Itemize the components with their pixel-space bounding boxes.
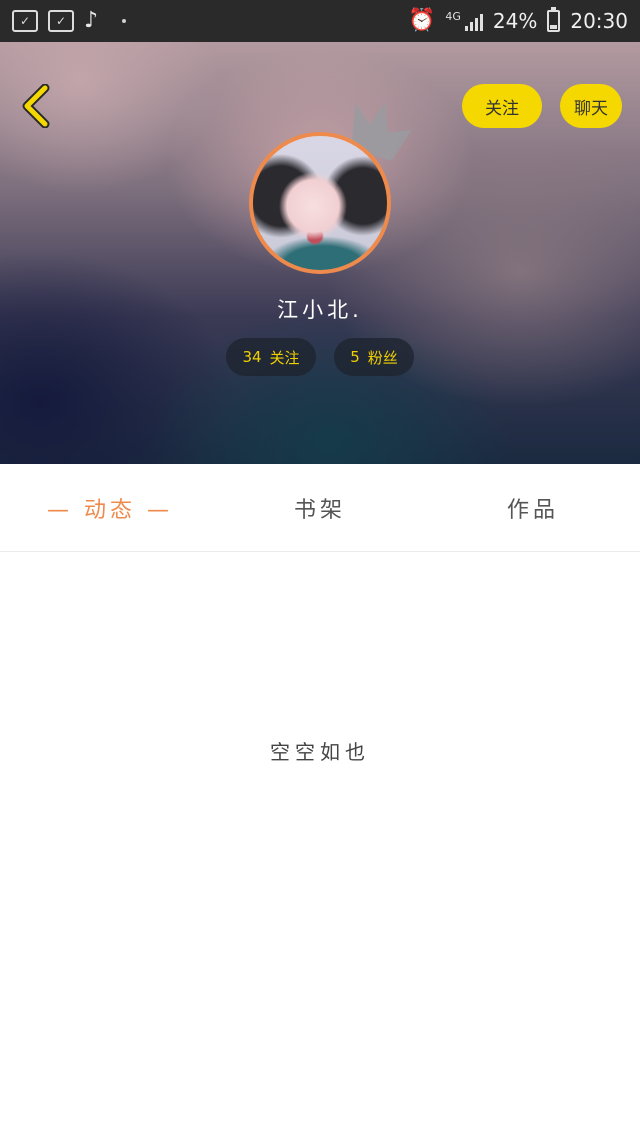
sim-card-icon: ✓: [48, 10, 74, 32]
empty-state-text: 空空如也: [270, 740, 370, 764]
username: 江小北.: [277, 298, 363, 322]
avatar-container: [249, 132, 391, 274]
follow-button[interactable]: 关注: [462, 84, 542, 128]
chevron-left-icon: [22, 84, 50, 128]
profile-tabs: — 动态 — 书架 作品: [0, 464, 640, 552]
following-count: 34: [242, 348, 262, 366]
profile-screen: ✓ ✓ ♪ ⏰ 4G 24% 20:30 关注 聊天 江小北. 34 关注 5 …: [0, 0, 640, 1138]
dot-icon: [122, 19, 127, 23]
fans-count: 5: [350, 348, 360, 366]
status-bar: ✓ ✓ ♪ ⏰ 4G 24% 20:30: [0, 0, 640, 42]
battery-icon: [547, 7, 561, 32]
profile-header: 关注 聊天 江小北. 34 关注 5 粉丝: [0, 42, 640, 464]
tiktok-icon: ♪: [84, 8, 99, 33]
tab-dynamic[interactable]: — 动态 —: [40, 464, 180, 552]
status-left: ✓ ✓ ♪: [12, 8, 127, 33]
avatar[interactable]: [249, 132, 391, 274]
following-stat[interactable]: 34 关注: [226, 338, 316, 376]
tab-works[interactable]: 作品: [463, 464, 603, 552]
tab-bookshelf[interactable]: 书架: [250, 464, 390, 552]
chat-button[interactable]: 聊天: [560, 84, 622, 128]
back-button[interactable]: [16, 82, 56, 130]
sim-card-icon: ✓: [12, 10, 38, 32]
clock: 20:30: [570, 9, 628, 33]
network-label: 4G: [445, 10, 461, 23]
fans-stat[interactable]: 5 粉丝: [334, 338, 414, 376]
fans-label: 粉丝: [367, 348, 398, 367]
following-label: 关注: [269, 348, 300, 367]
signal-icon: 4G: [445, 11, 483, 31]
battery-fill: [550, 24, 558, 29]
status-right: ⏰ 4G 24% 20:30: [407, 7, 628, 33]
battery-percent: 24%: [492, 9, 538, 33]
alarm-icon: ⏰: [407, 8, 436, 33]
